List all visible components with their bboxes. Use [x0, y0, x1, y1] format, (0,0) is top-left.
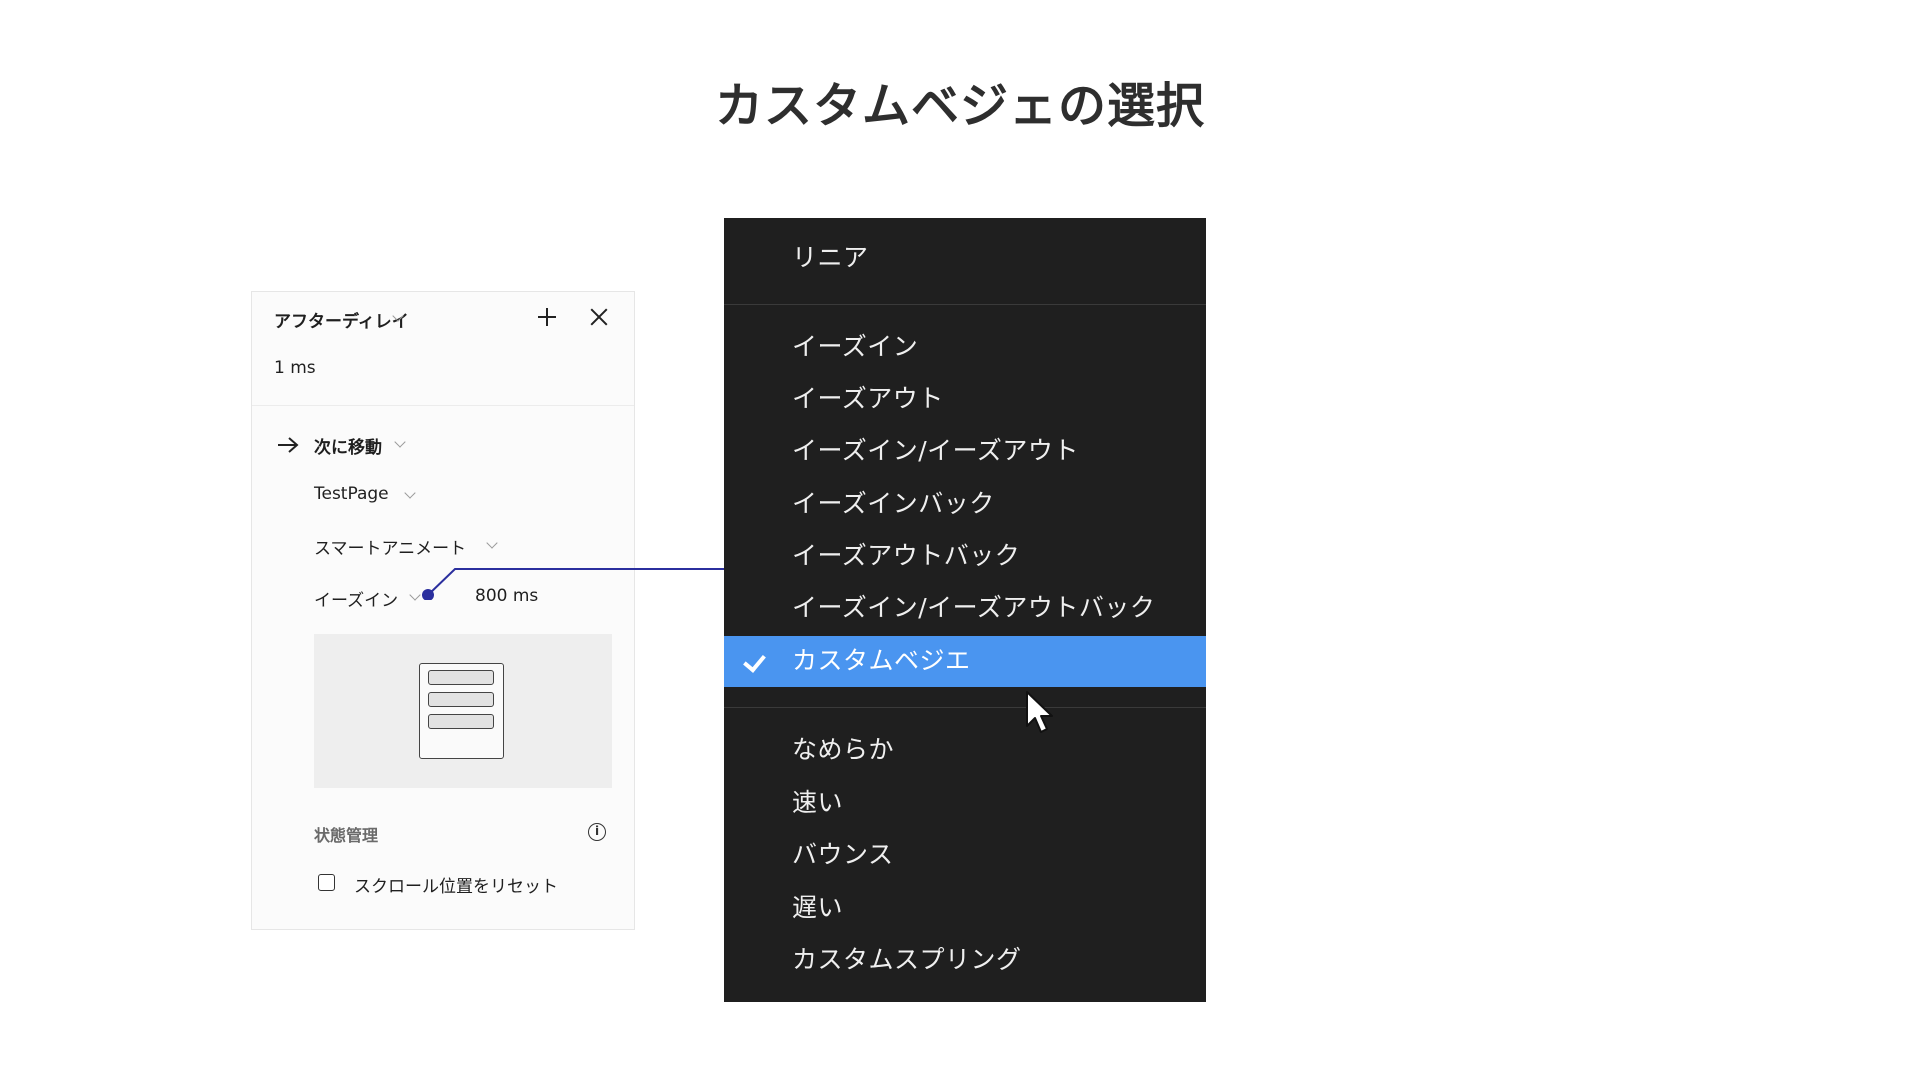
- reset-scroll-checkbox[interactable]: [318, 874, 335, 891]
- add-icon[interactable]: [534, 304, 560, 330]
- chevron-down-icon[interactable]: [409, 589, 421, 601]
- menu-separator: [724, 707, 1206, 708]
- menu-item-bouncy[interactable]: バウンス: [724, 831, 1206, 879]
- preview-bar: [428, 670, 494, 685]
- action-label[interactable]: 次に移動: [314, 433, 382, 458]
- chevron-down-icon[interactable]: [486, 537, 498, 549]
- checkmark-icon: [743, 649, 766, 673]
- menu-item-ease-in-out-back[interactable]: イーズイン/イーズアウトバック: [724, 584, 1206, 632]
- menu-item-gentle[interactable]: なめらか: [724, 726, 1206, 774]
- divider: [252, 405, 634, 406]
- frame-thumbnail-icon: [419, 663, 504, 759]
- chevron-down-icon[interactable]: [404, 487, 416, 499]
- menu-item-ease-in-back[interactable]: イーズインバック: [724, 480, 1206, 528]
- delay-value[interactable]: 1 ms: [274, 358, 316, 378]
- reset-scroll-label[interactable]: スクロール位置をリセット: [354, 872, 558, 897]
- menu-item-custom-bezier[interactable]: カスタムベジエ: [724, 636, 1206, 687]
- animation-preview: [314, 634, 612, 788]
- destination-select[interactable]: TestPage: [314, 484, 389, 504]
- mouse-pointer-icon: [1026, 691, 1053, 733]
- menu-item-ease-out-back[interactable]: イーズアウトバック: [724, 532, 1206, 580]
- menu-separator: [724, 304, 1206, 305]
- easing-select[interactable]: イーズイン: [314, 586, 398, 611]
- arrow-right-icon: [278, 437, 299, 453]
- menu-item-custom-spring[interactable]: カスタムスプリング: [724, 936, 1206, 984]
- menu-item-slow[interactable]: 遅い: [724, 884, 1206, 932]
- interaction-panel: アフターディレイ 1 ms 次に移動 TestPage スマートアニメート イー…: [251, 291, 635, 930]
- preview-bar: [428, 714, 494, 729]
- menu-item-quick[interactable]: 速い: [724, 779, 1206, 827]
- animation-select[interactable]: スマートアニメート: [314, 534, 466, 559]
- menu-item-ease-in[interactable]: イーズイン: [724, 323, 1206, 371]
- info-icon[interactable]: i: [588, 823, 606, 841]
- menu-item-linear[interactable]: リニア: [724, 234, 1206, 282]
- preview-bar: [428, 692, 494, 707]
- connector-line: [422, 568, 724, 600]
- easing-dropdown-menu: リニア イーズイン イーズアウト イーズイン/イーズアウト イーズインバック イ…: [724, 218, 1206, 1002]
- trigger-label[interactable]: アフターディレイ: [274, 307, 409, 332]
- menu-item-ease-in-out[interactable]: イーズイン/イーズアウト: [724, 427, 1206, 475]
- chevron-down-icon[interactable]: [394, 436, 406, 448]
- state-management-label: 状態管理: [314, 826, 379, 845]
- menu-item-label: カスタムベジエ: [792, 646, 971, 675]
- page-title: カスタムベジェの選択: [714, 78, 1205, 134]
- menu-item-ease-out[interactable]: イーズアウト: [724, 375, 1206, 423]
- close-icon[interactable]: [586, 304, 612, 330]
